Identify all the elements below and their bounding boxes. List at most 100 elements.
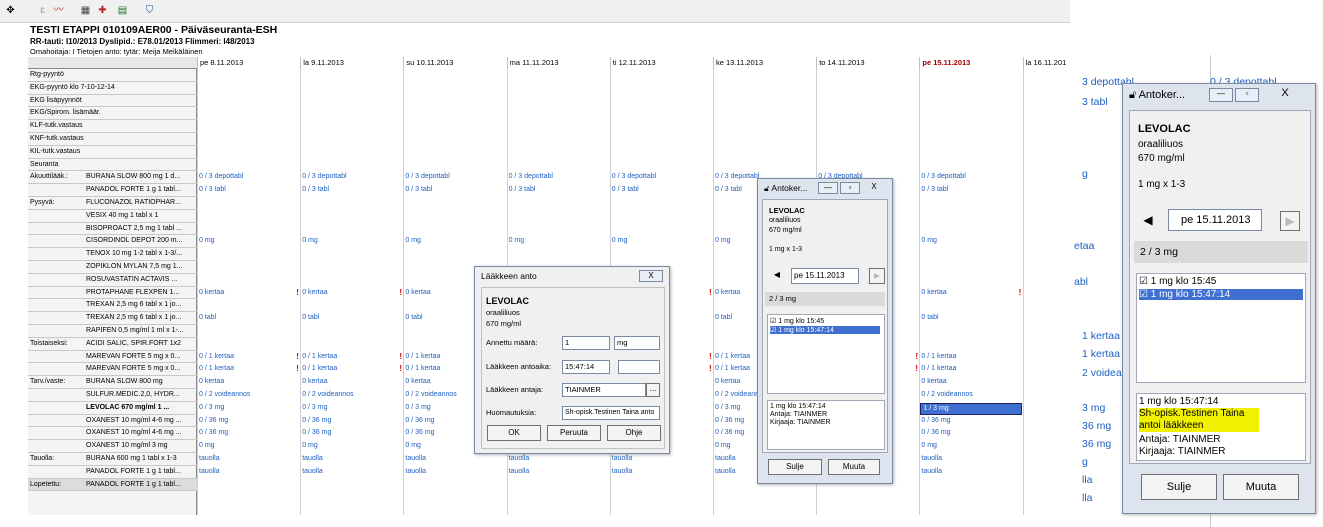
dose-cell[interactable]: 0 mg: [612, 235, 628, 247]
row-label[interactable]: PANADOL FORTE 1 g 1 tabl...: [28, 184, 197, 197]
date-header[interactable]: ke 13.11.2013: [713, 57, 816, 69]
row-label[interactable]: Rtg-pyyntö: [28, 69, 197, 82]
dose-cell[interactable]: 0 mg: [921, 440, 937, 452]
edit-icon[interactable]: ɛ: [36, 4, 49, 17]
dose-cell[interactable]: 0 kertaa: [199, 287, 224, 299]
dose-cell[interactable]: 0 kertaa: [199, 376, 224, 388]
row-label[interactable]: Tauolla: BURANA 600 mg 1 tabl x 1-3: [28, 453, 197, 466]
dose-cell[interactable]: tauolla: [199, 453, 220, 465]
dose-cell[interactable]: 0 mg: [199, 235, 215, 247]
dose-cell[interactable]: 0 / 36 mg: [302, 415, 331, 427]
dose-cell[interactable]: 0 / 3 tabl: [405, 184, 432, 196]
dose-cell[interactable]: 0 / 2 voideannos: [405, 389, 456, 401]
dose-cell[interactable]: 0 tabl: [199, 312, 216, 324]
dose-cell[interactable]: 0 / 1 kertaa: [302, 351, 337, 363]
dose-cell[interactable]: tauolla: [405, 466, 426, 478]
date-header[interactable]: pe 15.11.2013: [919, 57, 1022, 69]
ok-button[interactable]: OK: [487, 425, 541, 441]
row-label[interactable]: TENOX 10 mg 1-2 tabl x 1-3/...: [28, 248, 197, 261]
dose-cell[interactable]: 0 kertaa: [302, 376, 327, 388]
person-icon[interactable]: ⛉: [143, 4, 156, 17]
dose-cell[interactable]: 0 mg: [302, 235, 318, 247]
date-header[interactable]: ma 11.11.2013: [506, 57, 610, 69]
minimize-icon[interactable]: —: [818, 182, 838, 194]
dose-cell[interactable]: 0 mg: [509, 235, 525, 247]
row-label[interactable]: VESIX 40 mg 1 tabl x 1: [28, 210, 197, 223]
row-label[interactable]: Pysyvä: FLUCONAZOL RATIOPHAR...: [28, 197, 197, 210]
dose-cell[interactable]: 0 / 2 voideannos: [921, 389, 972, 401]
next-day-button[interactable]: ▶: [1280, 211, 1300, 231]
dose-cell[interactable]: 0 / 3 depottabl: [405, 171, 449, 183]
row-label[interactable]: ROSUVASTATIN ACTAVIS ...: [28, 274, 197, 287]
dose-cell[interactable]: tauolla: [921, 453, 942, 465]
dose-cell[interactable]: 0 / 36 mg: [405, 427, 434, 439]
date-field[interactable]: pe 15.11.2013: [1168, 209, 1262, 231]
date-header[interactable]: pe 8.11.2013: [197, 57, 300, 69]
dose-cell[interactable]: tauolla: [715, 466, 736, 478]
dose-cell[interactable]: 0 / 1 kertaa: [199, 363, 234, 375]
date-header[interactable]: la 9.11.2013: [300, 57, 403, 69]
dose-cell[interactable]: 0 mg: [715, 440, 731, 452]
date-header[interactable]: su 10.11.2013: [403, 57, 506, 69]
dose-cell[interactable]: 0 / 3 tabl: [715, 184, 742, 196]
row-label[interactable]: TREXAN 2,5 mg 6 tabl x 1 jo...: [28, 299, 197, 313]
row-label[interactable]: Seuranta: [28, 159, 197, 172]
row-label[interactable]: TREXAN 2,5 mg 6 tabl x 1 jo...: [28, 312, 197, 325]
dose-cell[interactable]: tauolla: [302, 466, 323, 478]
giver-input[interactable]: TIAINMER: [562, 383, 646, 397]
date-header[interactable]: la 16.11.201: [1022, 57, 1066, 69]
dose-list[interactable]: ☑ 1 mg klo 15:45 ☑ 1 mg klo 15:47:14: [767, 314, 885, 394]
dose-cell[interactable]: 0 mg: [199, 440, 215, 452]
date-header[interactable]: to 14.11.2013: [816, 57, 919, 69]
row-label[interactable]: Toistaiseksi: ACIDI SALIC, SPIR.FORT 1x2: [28, 338, 197, 351]
dose-cell[interactable]: 0 tabl: [405, 312, 422, 324]
dose-cell[interactable]: 0 / 3 depottabl: [199, 171, 243, 183]
row-label[interactable]: OXANEST 10 mg/ml 4-6 mg ...: [28, 427, 197, 441]
dose-cell[interactable]: 0 / 36 mg: [302, 427, 331, 439]
dose-cell[interactable]: 0 mg: [405, 235, 421, 247]
row-label[interactable]: OXANEST 10 mg/ml 4-6 mg ...: [28, 415, 197, 428]
dose-cell[interactable]: 0 / 3 depottabl: [612, 171, 656, 183]
date-header[interactable]: ti 12.11.2013: [609, 57, 713, 69]
dose-cell[interactable]: tauolla: [509, 453, 530, 465]
dose-item-selected[interactable]: ☑ 1 mg klo 15:47:14: [1139, 289, 1303, 300]
dose-cell[interactable]: 0 / 3 tabl: [921, 184, 948, 196]
dose-cell[interactable]: 0 / 36 mg: [715, 427, 744, 439]
dose-cell[interactable]: tauolla: [302, 453, 323, 465]
row-label[interactable]: EKG/Spirom. lisämäär.: [28, 107, 197, 121]
dose-cell[interactable]: 0 / 1 kertaa: [921, 351, 956, 363]
dose-cell[interactable]: tauolla: [612, 453, 633, 465]
row-label[interactable]: OXANEST 10 mg/ml 3 mg: [28, 440, 197, 453]
dose-cell[interactable]: 0 kertaa: [405, 287, 430, 299]
dose-cell[interactable]: 0 kertaa: [921, 287, 946, 299]
dose-cell[interactable]: 0 / 3 mg: [199, 402, 224, 414]
dose-cell[interactable]: 0 mg: [405, 440, 421, 452]
row-label[interactable]: CISORDINOL DEPOT 200 m...: [28, 235, 197, 249]
dose-cell[interactable]: 0 / 36 mg: [199, 427, 228, 439]
row-label[interactable]: PANADOL FORTE 1 g 1 tabl...: [28, 466, 197, 479]
dose-cell[interactable]: 0 / 36 mg: [199, 415, 228, 427]
dose-cell[interactable]: tauolla: [199, 466, 220, 478]
dose-cell[interactable]: 0 / 3 tabl: [302, 184, 329, 196]
close-icon[interactable]: X: [1273, 88, 1297, 102]
grid-icon[interactable]: ▦: [79, 4, 92, 17]
row-label[interactable]: Tarv./vaste: BURANA SLOW 800 mg: [28, 376, 197, 389]
dose-cell[interactable]: 0 kertaa: [921, 376, 946, 388]
giver-browse-button[interactable]: ...: [646, 383, 660, 397]
row-label[interactable]: SULFUR.MEDIC.2,0, HYDR...: [28, 389, 197, 402]
dose-cell[interactable]: 0 mg: [715, 235, 731, 247]
dose-list[interactable]: ☑ 1 mg klo 15:45 ☑ 1 mg klo 15:47:14: [1136, 273, 1306, 383]
date-field[interactable]: pe 15.11.2013: [791, 268, 859, 284]
dose-cell[interactable]: 0 kertaa: [302, 287, 327, 299]
dose-cell[interactable]: 0 / 1 kertaa: [302, 363, 337, 375]
dose-cell[interactable]: 0 / 3 mg: [405, 402, 430, 414]
dose-cell[interactable]: 0 / 36 mg: [921, 415, 950, 427]
dose-item[interactable]: ☑ 1 mg klo 15:45: [770, 317, 824, 325]
dose-item-selected[interactable]: ☑ 1 mg klo 15:47:14: [770, 326, 880, 334]
row-label[interactable]: KNF-tutk.vastaus: [28, 133, 197, 146]
row-label[interactable]: Akuuttilääk.: BURANA SLOW 800 mg 1 d...: [28, 171, 197, 185]
time-input[interactable]: 15:47:14: [562, 360, 610, 374]
dose-cell[interactable]: 0 / 3 depottabl: [921, 171, 965, 183]
row-label[interactable]: ZOPIKLON MYLAN 7,5 mg 1...: [28, 261, 197, 274]
maximize-icon[interactable]: ▫: [1235, 88, 1259, 102]
